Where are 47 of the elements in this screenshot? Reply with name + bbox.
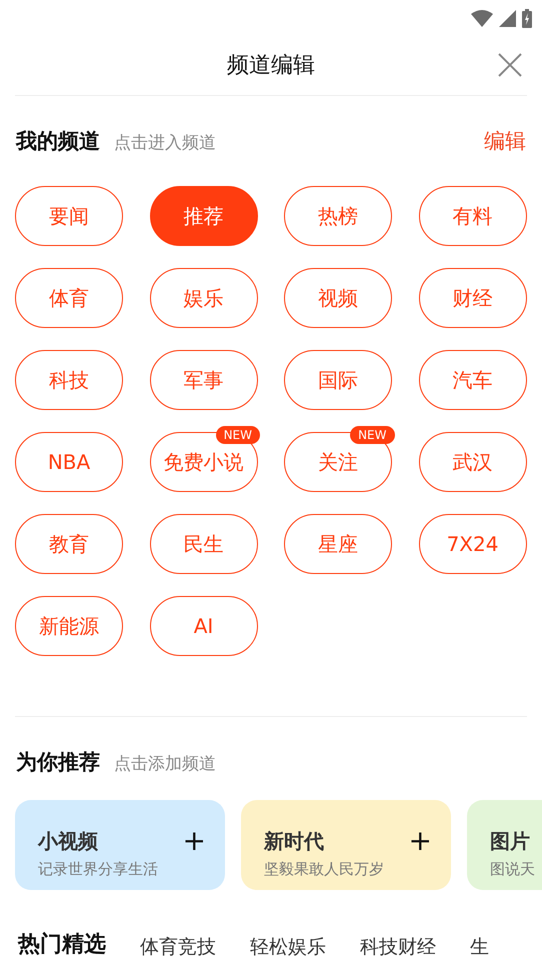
channel-chip[interactable]: 要闻: [15, 186, 123, 246]
add-icon: +: [182, 828, 206, 853]
channel-chip[interactable]: 财经: [418, 268, 526, 328]
card-title: 新时代: [264, 828, 324, 855]
add-icon: +: [408, 828, 432, 853]
category-tab[interactable]: 科技财经: [360, 932, 436, 961]
channel-chip[interactable]: 国际: [284, 350, 392, 410]
channel-chip[interactable]: 娱乐: [150, 268, 258, 328]
channel-chip[interactable]: 有料: [418, 186, 526, 246]
channel-chip[interactable]: 热榜: [284, 186, 392, 246]
section-hint: 点击进入频道: [114, 132, 216, 155]
window-title: 频道编辑: [227, 52, 315, 80]
channel-chip[interactable]: 武汉: [418, 432, 526, 492]
channel-chip[interactable]: 汽车: [418, 350, 526, 410]
channel-chip[interactable]: 推荐: [150, 186, 258, 246]
section-hint: 点击添加频道: [114, 752, 216, 776]
card-subtitle: 坚毅果敢人民万岁: [264, 858, 385, 880]
channel-chip[interactable]: 科技: [15, 350, 123, 410]
wifi-icon: [471, 9, 493, 27]
category-tab[interactable]: 体育竞技: [140, 932, 216, 961]
edit-button[interactable]: 编辑: [484, 126, 526, 158]
channel-chip[interactable]: NBA: [15, 432, 123, 492]
new-badge: NEW: [350, 426, 394, 444]
card-subtitle: 记录世界分享生活: [38, 858, 159, 880]
battery-icon: [522, 8, 532, 28]
section-title: 为你推荐: [16, 748, 100, 776]
channel-chip[interactable]: 体育: [15, 268, 123, 328]
channel-chip[interactable]: AI: [150, 596, 258, 656]
channel-chip[interactable]: 星座: [284, 514, 392, 574]
channel-chip[interactable]: 教育: [15, 514, 123, 574]
channel-chip[interactable]: 视频: [284, 268, 392, 328]
channel-chip[interactable]: 新能源: [15, 596, 123, 656]
category-tab[interactable]: 生: [470, 932, 489, 961]
category-tab[interactable]: 热门精选: [18, 928, 106, 961]
channel-chip[interactable]: 民生: [150, 514, 258, 574]
section-title: 我的频道: [16, 128, 100, 155]
new-badge: NEW: [216, 426, 260, 444]
recommend-card[interactable]: 图片 图说天: [467, 800, 542, 890]
category-tab[interactable]: 轻松娱乐: [250, 932, 326, 961]
recommend-card[interactable]: 小视频 + 记录世界分享生活: [15, 800, 225, 890]
card-title: 图片: [490, 828, 530, 855]
channel-chip[interactable]: 军事: [150, 350, 258, 410]
card-subtitle: 图说天: [490, 858, 536, 880]
channel-chip[interactable]: 7X24: [418, 514, 526, 574]
card-title: 小视频: [38, 828, 98, 855]
signal-icon: [499, 10, 516, 26]
recommend-card[interactable]: 新时代 + 坚毅果敢人民万岁: [241, 800, 451, 890]
